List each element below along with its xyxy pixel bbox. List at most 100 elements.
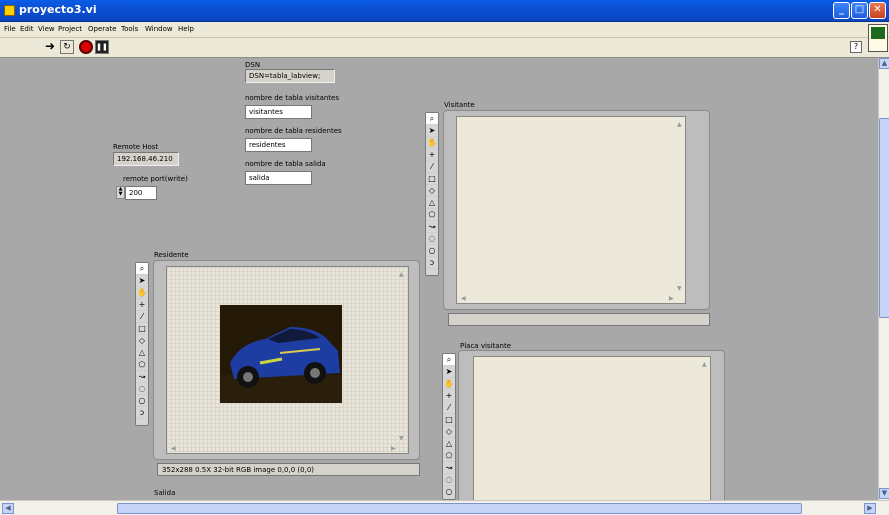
- scroll-left-icon[interactable]: ◀: [2, 503, 14, 514]
- scroll-left-arrow-icon[interactable]: ◀: [461, 295, 466, 302]
- car-photo: [220, 305, 342, 403]
- line-icon[interactable]: ⁄: [426, 161, 438, 173]
- point-icon[interactable]: +: [443, 390, 455, 402]
- residente-status-bar: 352x288 0.5X 32-bit RGB image 0,0,0 (0,0…: [157, 463, 420, 476]
- residente-tool-palette: ⌕ ➤ ✋ + ⁄ □ ◇ △ ⬠ ↝ ◌ ○ ↄ: [135, 262, 149, 426]
- scroll-down-arrow-icon[interactable]: ▼: [677, 285, 682, 292]
- salida-label: Salida: [154, 489, 176, 497]
- close-button[interactable]: ✕: [869, 2, 886, 19]
- scroll-right-arrow-icon[interactable]: ▶: [391, 445, 396, 452]
- zoom-icon[interactable]: ⌕: [443, 354, 455, 366]
- line-icon[interactable]: ⁄: [136, 311, 148, 323]
- remote-port-label: remote port(write): [123, 175, 188, 183]
- vertical-scrollbar[interactable]: ▲ ▼: [878, 58, 889, 500]
- remote-host-label: Remote Host: [113, 143, 159, 151]
- placa-image-canvas[interactable]: ▲: [473, 356, 711, 501]
- menu-view[interactable]: View: [38, 25, 55, 33]
- menu-operate[interactable]: Operate: [88, 25, 116, 33]
- pause-icon[interactable]: ❚❚: [95, 40, 109, 54]
- freehand-line-icon[interactable]: ↄ: [136, 407, 148, 419]
- scroll-up-arrow-icon[interactable]: ▲: [702, 361, 707, 368]
- minimize-button[interactable]: _: [833, 2, 850, 19]
- oval-icon[interactable]: ◌: [443, 474, 455, 486]
- scroll-down-arrow-icon[interactable]: ▼: [399, 435, 404, 442]
- abort-execution-icon[interactable]: [79, 40, 93, 54]
- placa-visitante-frame: ▲: [458, 350, 725, 501]
- freehand-line-icon[interactable]: ↄ: [426, 257, 438, 269]
- annulus-icon[interactable]: △: [443, 438, 455, 450]
- labview-vi-icon: [4, 5, 15, 16]
- scroll-right-icon[interactable]: ▶: [864, 503, 876, 514]
- port-increment-decrement-icon[interactable]: ▲ ▼: [116, 186, 125, 199]
- menu-tools[interactable]: Tools: [121, 25, 138, 33]
- remote-port-input[interactable]: 200: [125, 186, 157, 200]
- pointer-icon[interactable]: ➤: [136, 275, 148, 287]
- broken-line-icon[interactable]: ○: [136, 395, 148, 407]
- dsn-field[interactable]: DSN=tabla_labview;: [245, 69, 335, 83]
- menu-bar: File Edit View Project Operate Tools Win…: [0, 22, 889, 38]
- zoom-icon[interactable]: ⌕: [426, 113, 438, 125]
- pan-hand-icon[interactable]: ✋: [426, 137, 438, 149]
- polygon-icon[interactable]: ⬠: [426, 209, 438, 221]
- broken-line-icon[interactable]: ○: [426, 245, 438, 257]
- scroll-left-arrow-icon[interactable]: ◀: [171, 445, 176, 452]
- title-bar: proyecto3.vi _ □ ✕: [0, 0, 889, 22]
- oval-icon[interactable]: ◌: [136, 383, 148, 395]
- tabla-visitantes-input[interactable]: visitantes: [245, 105, 312, 119]
- scroll-up-arrow-icon[interactable]: ▲: [677, 121, 682, 128]
- polygon-icon[interactable]: ⬠: [136, 359, 148, 371]
- oval-icon[interactable]: ◌: [426, 233, 438, 245]
- pointer-icon[interactable]: ➤: [426, 125, 438, 137]
- pan-hand-icon[interactable]: ✋: [443, 378, 455, 390]
- rectangle-icon[interactable]: □: [443, 414, 455, 426]
- freehand-icon[interactable]: ↝: [136, 371, 148, 383]
- line-icon[interactable]: ⁄: [443, 402, 455, 414]
- tabla-salida-input[interactable]: salida: [245, 171, 312, 185]
- rotated-rect-icon[interactable]: ◇: [443, 426, 455, 438]
- broken-line-icon[interactable]: ○: [443, 486, 455, 498]
- rectangle-icon[interactable]: □: [426, 173, 438, 185]
- freehand-icon[interactable]: ↝: [426, 221, 438, 233]
- placa-tool-palette: ⌕ ➤ ✋ + ⁄ □ ◇ △ ⬠ ↝ ◌ ○: [442, 353, 456, 500]
- rotated-rect-icon[interactable]: ◇: [426, 185, 438, 197]
- pan-hand-icon[interactable]: ✋: [136, 287, 148, 299]
- horizontal-scroll-thumb[interactable]: [117, 503, 802, 514]
- menu-edit[interactable]: Edit: [20, 25, 34, 33]
- menu-window[interactable]: Window: [145, 25, 173, 33]
- dsn-label: DSN: [245, 61, 261, 69]
- menu-help[interactable]: Help: [178, 25, 194, 33]
- scroll-right-arrow-icon[interactable]: ▶: [669, 295, 674, 302]
- vertical-scroll-thumb[interactable]: [879, 118, 889, 318]
- residente-label: Residente: [154, 251, 189, 259]
- window-title: proyecto3.vi: [19, 3, 97, 16]
- tabla-residentes-input[interactable]: residentes: [245, 138, 312, 152]
- point-icon[interactable]: +: [136, 299, 148, 311]
- visitante-image-canvas[interactable]: ▲ ▼ ◀ ▶: [456, 116, 686, 304]
- visitante-label: Visitante: [444, 101, 475, 109]
- horizontal-scrollbar[interactable]: ◀ ▶: [0, 500, 889, 515]
- car-photo-graphic: [220, 305, 342, 403]
- rotated-rect-icon[interactable]: ◇: [136, 335, 148, 347]
- remote-host-field[interactable]: 192.168.46.210: [113, 152, 179, 166]
- freehand-icon[interactable]: ↝: [443, 462, 455, 474]
- placa-visitante-label: Placa visitante: [460, 342, 512, 350]
- scroll-down-icon[interactable]: ▼: [879, 488, 889, 499]
- visitante-tool-palette: ⌕ ➤ ✋ + ⁄ □ ◇ △ ⬠ ↝ ◌ ○ ↄ: [425, 112, 439, 276]
- zoom-icon[interactable]: ⌕: [136, 263, 148, 275]
- context-help-icon[interactable]: ?: [850, 41, 862, 53]
- run-arrow-icon[interactable]: ➜: [43, 40, 57, 54]
- annulus-icon[interactable]: △: [136, 347, 148, 359]
- run-continuously-icon[interactable]: ↻: [60, 40, 74, 54]
- maximize-button[interactable]: □: [851, 2, 868, 19]
- polygon-icon[interactable]: ⬠: [443, 450, 455, 462]
- pointer-icon[interactable]: ➤: [443, 366, 455, 378]
- rectangle-icon[interactable]: □: [136, 323, 148, 335]
- point-icon[interactable]: +: [426, 149, 438, 161]
- scroll-up-icon[interactable]: ▲: [879, 58, 889, 69]
- visitante-frame: ▲ ▼ ◀ ▶: [443, 110, 710, 310]
- menu-file[interactable]: File: [4, 25, 16, 33]
- menu-project[interactable]: Project: [58, 25, 82, 33]
- tabla-salida-label: nombre de tabla salida: [245, 160, 326, 168]
- annulus-icon[interactable]: △: [426, 197, 438, 209]
- scroll-up-arrow-icon[interactable]: ▲: [399, 271, 404, 278]
